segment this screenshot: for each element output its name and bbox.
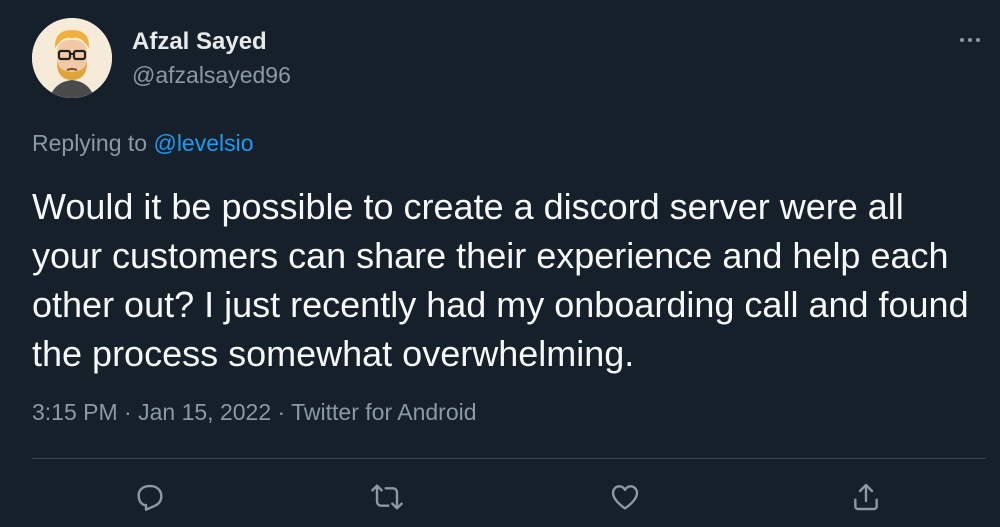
more-horizontal-icon-dot xyxy=(968,38,972,42)
more-horizontal-icon-dot xyxy=(976,38,980,42)
share-button[interactable] xyxy=(848,479,884,515)
author-handle[interactable]: @afzalsayed96 xyxy=(132,62,291,89)
like-button[interactable] xyxy=(607,479,643,515)
meta-separator: · xyxy=(271,399,292,425)
reply-button[interactable] xyxy=(132,479,168,515)
author-display-name[interactable]: Afzal Sayed xyxy=(132,28,267,56)
meta-separator: · xyxy=(117,399,139,425)
more-horizontal-icon xyxy=(960,38,964,42)
tweet-card: Afzal Sayed @afzalsayed96 Replying to @l… xyxy=(0,0,1000,527)
share-icon xyxy=(854,483,878,511)
replying-to-mention-link[interactable]: @levelsio xyxy=(153,130,253,156)
retweet-button[interactable] xyxy=(369,479,405,515)
reply-icon xyxy=(137,484,163,511)
replying-to-line: Replying to @levelsio xyxy=(32,130,254,157)
tweet-metadata: 3:15 PM · Jan 15, 2022 · Twitter for And… xyxy=(32,399,477,426)
divider xyxy=(32,458,986,459)
retweet-icon xyxy=(371,484,403,510)
tweet-date[interactable]: Jan 15, 2022 xyxy=(138,399,271,425)
tweet-text: Would it be possible to create a discord… xyxy=(32,186,969,374)
tweet-time[interactable]: 3:15 PM xyxy=(32,399,118,425)
replying-to-label: Replying to xyxy=(32,130,148,156)
heart-icon xyxy=(611,485,639,510)
avatar-illustration xyxy=(32,18,112,98)
avatar[interactable] xyxy=(32,18,112,98)
more-options-button[interactable] xyxy=(950,20,990,60)
tweet-source[interactable]: Twitter for Android xyxy=(291,399,476,425)
